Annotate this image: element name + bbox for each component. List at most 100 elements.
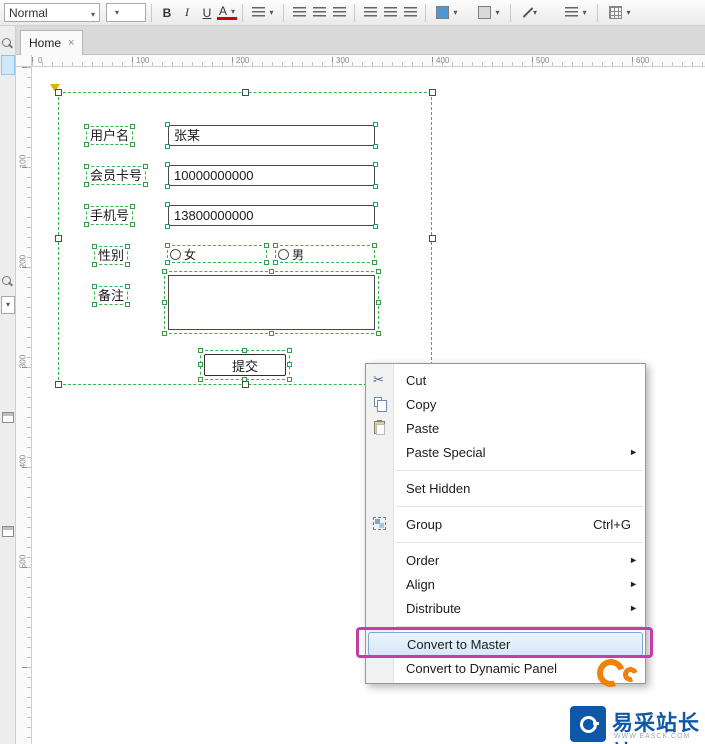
radio-circle-icon[interactable]	[170, 248, 181, 260]
underline-button[interactable]: U	[197, 3, 217, 22]
resize-handle[interactable]	[165, 122, 170, 127]
resize-handle[interactable]	[264, 260, 269, 265]
resize-handle[interactable]	[372, 243, 377, 248]
resize-handle[interactable]	[84, 124, 89, 129]
valign-bottom-button[interactable]	[400, 3, 420, 22]
text-style-dropdown[interactable]: Normal	[4, 3, 100, 22]
resize-handle[interactable]	[376, 299, 381, 305]
align-center-button[interactable]	[309, 3, 329, 22]
resize-handle[interactable]	[198, 348, 203, 353]
resize-handle[interactable]	[162, 299, 167, 305]
resize-handle[interactable]	[268, 331, 274, 336]
resize-handle[interactable]	[55, 89, 62, 96]
resize-handle[interactable]	[165, 260, 170, 265]
resize-handle[interactable]	[287, 377, 292, 382]
input-member-card-value[interactable]: 10000000000	[168, 165, 375, 186]
resize-handle[interactable]	[273, 243, 278, 248]
submit-button-selection[interactable]: 提交	[198, 348, 292, 382]
resize-handle[interactable]	[373, 224, 378, 229]
label-phone[interactable]: 手机号	[84, 204, 136, 227]
resize-handle[interactable]	[84, 142, 89, 147]
menu-item-group[interactable]: Group Ctrl+G	[366, 512, 645, 536]
resize-handle[interactable]	[264, 243, 269, 248]
label-username[interactable]: 用户名	[84, 124, 136, 147]
line-style-button[interactable]	[560, 3, 592, 22]
resize-handle[interactable]	[373, 184, 378, 189]
valign-middle-button[interactable]	[380, 3, 400, 22]
resize-handle[interactable]	[198, 362, 203, 367]
resize-handle[interactable]	[92, 244, 97, 249]
resize-handle[interactable]	[165, 224, 170, 229]
resize-handle[interactable]	[372, 260, 377, 265]
tab-home[interactable]: Home ×	[20, 30, 84, 55]
resize-handle[interactable]	[125, 302, 131, 307]
resize-handle[interactable]	[143, 182, 149, 187]
menu-item-set-hidden[interactable]: Set Hidden	[366, 476, 645, 500]
input-phone[interactable]: 13800000000	[165, 202, 378, 229]
align-right-button[interactable]	[329, 3, 349, 22]
resize-handle[interactable]	[287, 348, 292, 353]
more-formats-button[interactable]	[603, 3, 637, 22]
panel-toggle-selected[interactable]	[1, 55, 15, 75]
font-size-dropdown[interactable]	[106, 3, 146, 22]
radio-female[interactable]: 女	[165, 243, 269, 265]
zoom-icon[interactable]	[2, 38, 13, 49]
menu-item-align[interactable]: Align ►	[366, 572, 645, 596]
panel-icon[interactable]	[2, 412, 14, 423]
menu-item-paste[interactable]: Paste	[366, 416, 645, 440]
resize-handle[interactable]	[143, 164, 149, 169]
textarea-remark-selection[interactable]	[162, 269, 381, 336]
resize-handle[interactable]	[287, 362, 292, 367]
valign-top-button[interactable]	[360, 3, 380, 22]
resize-handle[interactable]	[125, 244, 131, 249]
radio-circle-icon[interactable]	[278, 248, 289, 260]
resize-handle[interactable]	[268, 269, 274, 274]
resize-handle[interactable]	[130, 222, 136, 227]
resize-handle[interactable]	[376, 269, 381, 274]
align-left-button[interactable]	[289, 3, 309, 22]
resize-handle[interactable]	[165, 202, 170, 207]
zoom-icon[interactable]	[2, 276, 13, 287]
label-gender[interactable]: 性别	[92, 244, 131, 267]
resize-handle[interactable]	[165, 144, 170, 149]
label-member-card[interactable]: 会员卡号	[84, 164, 149, 187]
resize-handle[interactable]	[242, 348, 247, 353]
menu-item-distribute[interactable]: Distribute ►	[366, 596, 645, 620]
resize-handle[interactable]	[55, 235, 62, 242]
resize-handle[interactable]	[130, 142, 136, 147]
resize-handle[interactable]	[373, 122, 378, 127]
shadow-button[interactable]	[473, 3, 505, 22]
fill-color-button[interactable]	[431, 3, 463, 22]
input-member-card[interactable]: 10000000000	[165, 162, 378, 189]
resize-handle[interactable]	[165, 184, 170, 189]
resize-handle[interactable]	[373, 202, 378, 207]
panel-icon[interactable]	[2, 526, 14, 537]
submit-button[interactable]: 提交	[204, 354, 286, 376]
resize-handle[interactable]	[84, 204, 89, 209]
italic-button[interactable]: I	[177, 3, 197, 22]
resize-handle[interactable]	[92, 302, 97, 307]
resize-handle[interactable]	[429, 89, 436, 96]
textarea-remark[interactable]	[168, 275, 375, 330]
input-username-value[interactable]: 张某	[168, 125, 375, 146]
resize-handle[interactable]	[92, 284, 97, 289]
list-style-button[interactable]	[248, 3, 278, 22]
input-username[interactable]: 张某	[165, 122, 378, 149]
resize-handle[interactable]	[242, 89, 249, 96]
resize-handle[interactable]	[273, 260, 278, 265]
tab-close-icon[interactable]: ×	[68, 37, 74, 49]
menu-item-paste-special[interactable]: Paste Special ►	[366, 440, 645, 464]
resize-handle[interactable]	[84, 222, 89, 227]
resize-handle[interactable]	[165, 243, 170, 248]
resize-handle[interactable]	[373, 144, 378, 149]
resize-handle[interactable]	[162, 269, 167, 274]
resize-handle[interactable]	[125, 262, 131, 267]
resize-handle[interactable]	[130, 204, 136, 209]
resize-handle[interactable]	[92, 262, 97, 267]
radio-male[interactable]: 男	[273, 243, 377, 265]
resize-handle[interactable]	[125, 284, 131, 289]
resize-handle[interactable]	[130, 124, 136, 129]
menu-item-cut[interactable]: ✂ Cut	[366, 368, 645, 392]
menu-item-copy[interactable]: Copy	[366, 392, 645, 416]
resize-handle[interactable]	[373, 162, 378, 167]
